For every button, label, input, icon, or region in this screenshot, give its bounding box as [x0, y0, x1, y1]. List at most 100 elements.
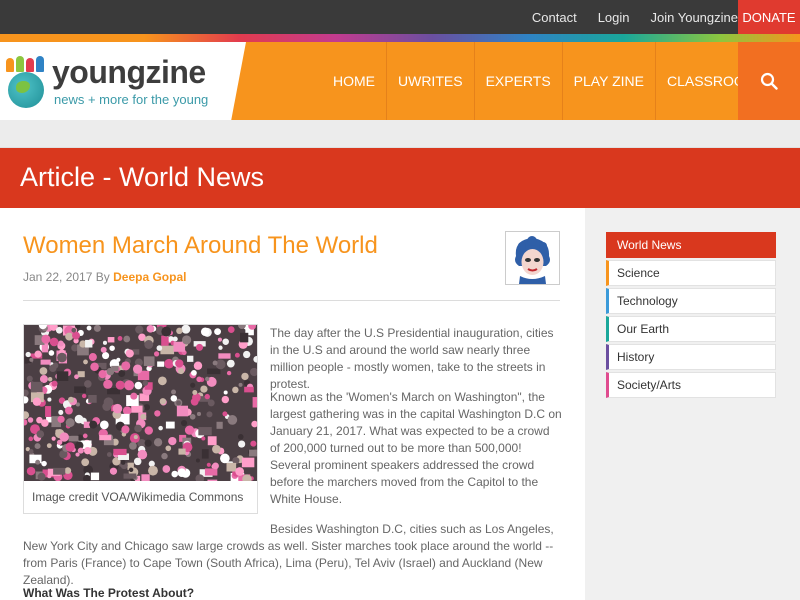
crowd-speck: [49, 364, 57, 372]
crowd-speck: [153, 351, 160, 357]
logo[interactable]: youngzine news + more for the young: [0, 42, 246, 120]
crowd-speck: [121, 361, 131, 371]
search-icon: [760, 72, 778, 90]
crowd-speck: [171, 389, 177, 395]
crowd-speck: [176, 327, 183, 335]
crowd-speck: [189, 413, 196, 420]
page-title: Article - World News: [20, 162, 265, 192]
crowd-speck: [237, 434, 244, 440]
sidebar-item-our-earth[interactable]: Our Earth: [606, 316, 776, 342]
crowd-speck: [154, 410, 161, 417]
join-link[interactable]: Join Youngzine: [651, 10, 738, 25]
crowd-speck: [53, 467, 66, 475]
crowd-speck: [83, 359, 88, 365]
crowd-speck: [117, 336, 123, 341]
nav-uwrites[interactable]: UWRITES: [387, 42, 475, 120]
crowd-speck: [133, 457, 142, 466]
crowd-speck: [84, 380, 92, 388]
crowd-speck: [195, 458, 200, 463]
crowd-speck: [173, 341, 186, 352]
crowd-speck: [144, 340, 154, 349]
crowd-speck: [161, 335, 169, 346]
crowd-speck: [250, 440, 257, 447]
crowd-speck: [222, 338, 229, 345]
crowd-speck: [28, 436, 34, 442]
search-button[interactable]: [738, 42, 800, 120]
crowd-speck: [57, 340, 64, 347]
sidebar-item-society-arts[interactable]: Society/Arts: [606, 372, 776, 398]
nav-play-zine[interactable]: PLAY ZINE: [563, 42, 656, 120]
crowd-speck: [240, 332, 249, 343]
donate-button[interactable]: DONATE: [738, 0, 800, 34]
crowd-speck: [59, 432, 69, 442]
crowd-speck: [201, 449, 209, 459]
login-link[interactable]: Login: [598, 10, 630, 25]
crowd-speck: [172, 336, 178, 342]
crowd-speck: [181, 335, 192, 345]
article-subheading: What Was The Protest About?: [23, 586, 195, 600]
crowd-speck: [143, 404, 151, 411]
crowd-speck: [68, 435, 79, 442]
crowd-speck: [201, 436, 206, 441]
crowd-speck: [74, 386, 87, 393]
crowd-speck: [36, 416, 43, 424]
crowd-speck: [177, 468, 187, 477]
category-sidebar: World News Science Technology Our Earth …: [585, 208, 800, 600]
contact-link[interactable]: Contact: [532, 10, 577, 25]
crowd-speck: [223, 390, 228, 395]
crowd-speck: [243, 350, 251, 359]
nav-experts[interactable]: EXPERTS: [475, 42, 563, 120]
crowd-speck: [77, 447, 84, 454]
crowd-speck: [205, 376, 210, 382]
logo-wordmark: youngzine: [52, 54, 206, 90]
crowd-speck: [90, 472, 100, 481]
crowd-speck: [82, 433, 88, 439]
crowd-speck: [112, 403, 123, 414]
crowd-speck: [165, 445, 172, 452]
crowd-speck: [106, 452, 112, 457]
crowd-speck: [220, 453, 230, 464]
crowd-speck: [30, 381, 43, 393]
crowd-speck: [212, 360, 218, 366]
sidebar-item-technology[interactable]: Technology: [606, 288, 776, 314]
crowd-speck: [93, 325, 101, 332]
crowd-speck: [134, 381, 143, 390]
crowd-speck: [25, 351, 31, 358]
crowd-speck: [168, 436, 177, 446]
crowd-speck: [217, 337, 222, 342]
globe-icon: [8, 72, 44, 108]
crowd-speck: [190, 382, 196, 388]
title-divider: [23, 300, 560, 301]
crowd-speck: [35, 459, 41, 465]
crowd-speck: [71, 327, 77, 333]
sidebar-item-science[interactable]: Science: [606, 260, 776, 286]
crowd-speck: [81, 393, 87, 399]
crowd-speck: [234, 352, 240, 358]
crowd-speck: [107, 337, 115, 343]
crowd-speck: [47, 397, 52, 402]
crowd-speck: [65, 442, 75, 452]
sidebar-item-history[interactable]: History: [606, 344, 776, 370]
crowd-speck: [26, 375, 33, 382]
crowd-speck: [32, 397, 42, 406]
header-strip: [0, 120, 800, 148]
crowd-speck: [206, 462, 211, 467]
crowd-speck: [140, 413, 147, 420]
crowd-speck: [46, 443, 52, 449]
crowd-photo: [24, 325, 257, 481]
crowd-speck: [176, 405, 189, 417]
crowd-speck: [83, 421, 91, 428]
crowd-speck: [47, 376, 53, 382]
crowd-speck: [29, 357, 34, 362]
author-link[interactable]: Deepa Gopal: [113, 270, 186, 284]
crowd-speck: [227, 326, 235, 333]
crowd-speck: [212, 462, 219, 470]
crowd-speck: [28, 449, 34, 454]
sidebar-item-world-news[interactable]: World News: [606, 232, 776, 258]
crowd-speck: [252, 397, 257, 408]
crowd-speck: [102, 340, 108, 345]
crowd-speck: [57, 352, 67, 363]
nav-home[interactable]: HOME: [322, 42, 387, 120]
crowd-speck: [157, 376, 167, 386]
crowd-speck: [187, 355, 194, 362]
